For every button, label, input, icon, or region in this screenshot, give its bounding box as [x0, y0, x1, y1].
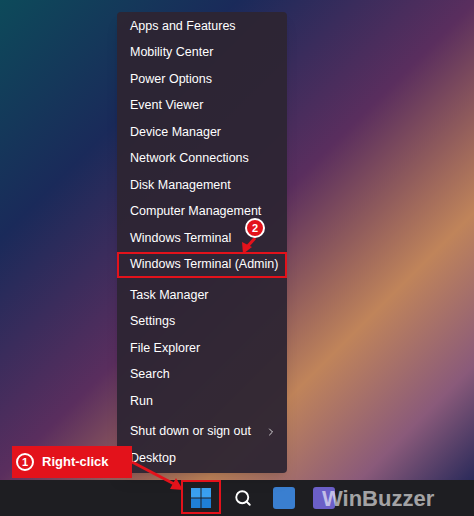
desktop-screen: WinBuzzer Apps and FeaturesMobility Cente… — [0, 0, 474, 516]
menu-item[interactable]: Shut down or sign out — [117, 419, 287, 446]
menu-item[interactable]: Power Options — [117, 66, 287, 93]
annotation-badge: 2 — [245, 218, 265, 238]
menu-separator — [117, 278, 287, 282]
annotation-label: 1Right-click — [12, 446, 132, 478]
menu-item[interactable]: File Explorer — [117, 335, 287, 362]
annotation-arrows — [0, 0, 474, 516]
menu-item[interactable]: Apps and Features — [117, 13, 287, 40]
windows-logo-icon — [191, 488, 211, 508]
menu-item[interactable]: Device Manager — [117, 119, 287, 146]
watermark: WinBuzzer — [322, 488, 434, 510]
menu-item[interactable]: Mobility Center — [117, 40, 287, 67]
menu-item[interactable]: Network Connections — [117, 146, 287, 173]
menu-item[interactable]: Search — [117, 362, 287, 389]
menu-item[interactable]: Settings — [117, 309, 287, 336]
start-button[interactable] — [189, 486, 213, 510]
menu-item[interactable]: Run — [117, 388, 287, 415]
start-button-outline — [181, 480, 221, 514]
context-menu: Apps and FeaturesMobility CenterPower Op… — [117, 12, 287, 473]
menu-item[interactable]: Event Viewer — [117, 93, 287, 120]
menu-item[interactable]: Windows Terminal (Admin) — [117, 252, 287, 279]
submenu-arrow-icon — [265, 426, 277, 438]
menu-separator — [117, 415, 287, 419]
search-icon — [234, 489, 252, 507]
menu-item[interactable]: Task Manager — [117, 282, 287, 309]
taskview-button[interactable] — [273, 487, 295, 509]
annotation-badge: 1 — [16, 453, 34, 471]
search-button[interactable] — [231, 486, 255, 510]
menu-item[interactable]: Disk Management — [117, 172, 287, 199]
